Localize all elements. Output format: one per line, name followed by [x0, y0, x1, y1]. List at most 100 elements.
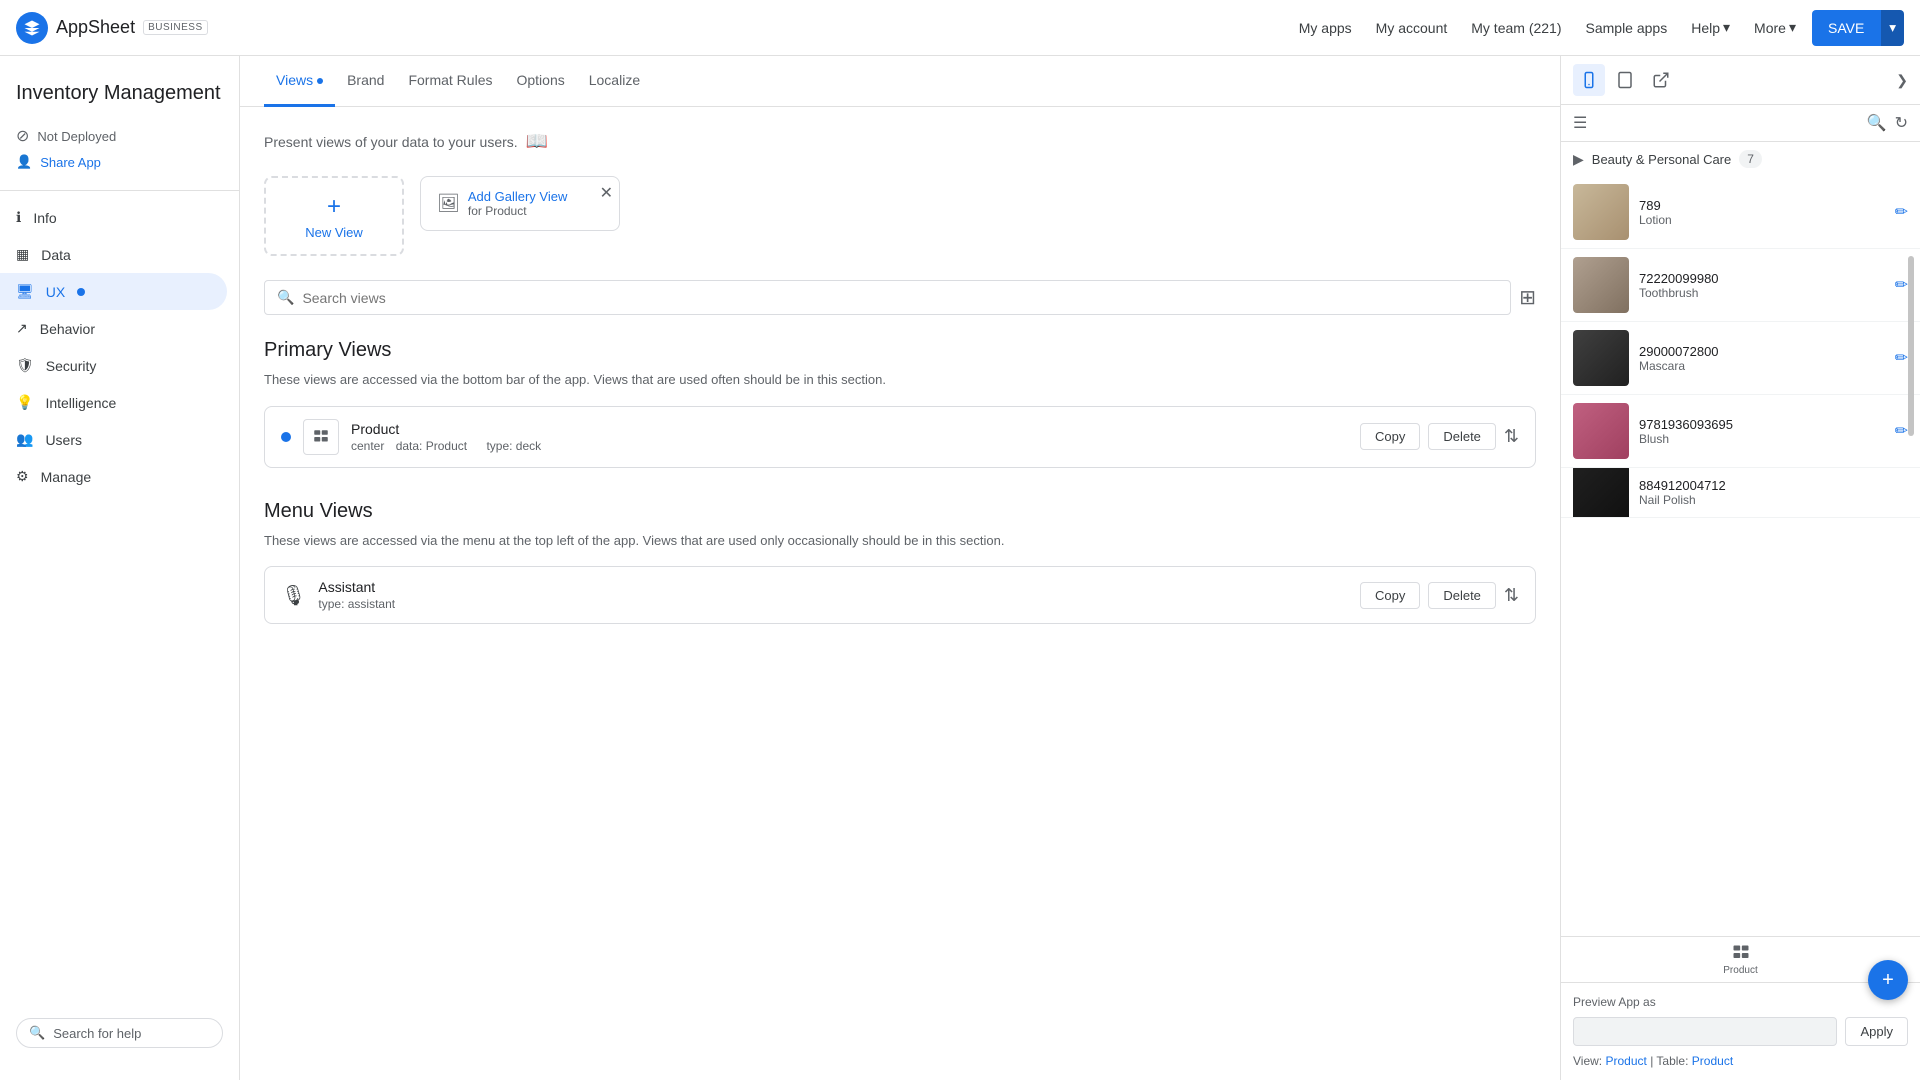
sidebar-item-intelligence[interactable]: 💡 Intelligence: [0, 384, 227, 421]
add-gallery-close-icon[interactable]: ✕: [600, 183, 613, 203]
sidebar-item-behavior[interactable]: ↗ Behavior: [0, 310, 227, 347]
preview-product-tab[interactable]: Product: [1723, 943, 1757, 976]
list-item[interactable]: 72220099980 Toothbrush ✏: [1561, 249, 1920, 322]
edit-item-icon[interactable]: ✏: [1895, 275, 1908, 295]
nav-my-account[interactable]: My account: [1376, 20, 1448, 36]
add-gallery-card[interactable]: ✕ 🖼 Add Gallery View for Product: [420, 176, 620, 231]
sidebar-item-security[interactable]: 🛡 Security: [0, 347, 227, 384]
logo-icon: [16, 12, 48, 44]
tab-brand[interactable]: Brand: [335, 56, 396, 107]
external-preview-button[interactable]: [1645, 64, 1677, 96]
copy-view-button[interactable]: Copy: [1360, 423, 1420, 450]
collapse-panel-button[interactable]: ❯: [1896, 72, 1908, 89]
view-item-actions: Copy Delete ⇅: [1360, 423, 1519, 450]
view-type-icon: [303, 419, 339, 455]
not-deployed-status[interactable]: ⊘ Not Deployed: [0, 122, 239, 150]
search-views-input[interactable]: [302, 290, 1498, 306]
view-meta: center data: Product type: deck: [351, 439, 1348, 453]
preview-section-header: ▶ Beauty & Personal Care 7: [1561, 142, 1920, 176]
search-icon: 🔍: [29, 1025, 45, 1041]
item-name: Toothbrush: [1639, 286, 1885, 300]
search-help-button[interactable]: 🔍 Search for help: [16, 1018, 223, 1048]
item-id: 72220099980: [1639, 271, 1885, 286]
item-info: 72220099980 Toothbrush: [1639, 271, 1885, 300]
item-name: Lotion: [1639, 213, 1885, 227]
sidebar-item-data[interactable]: ▦ Data: [0, 236, 227, 273]
preview-view-value[interactable]: Product: [1605, 1054, 1646, 1068]
preview-app-as-label: Preview App as: [1573, 995, 1908, 1009]
gallery-icon: 🖼: [437, 193, 460, 214]
chevron-down-icon: ▾: [1889, 20, 1896, 35]
edit-item-icon[interactable]: ✏: [1895, 202, 1908, 222]
search-icon: 🔍: [277, 289, 294, 306]
sort-handle-icon[interactable]: ⇅: [1504, 426, 1519, 447]
sidebar-item-ux[interactable]: 🖥 UX: [0, 273, 227, 310]
delete-view-button[interactable]: Delete: [1428, 423, 1496, 450]
preview-refresh-icon[interactable]: ↻: [1895, 113, 1908, 133]
item-id: 9781936093695: [1639, 417, 1885, 432]
item-info: 884912004712 Nail Polish: [1639, 478, 1908, 507]
tab-localize[interactable]: Localize: [577, 56, 652, 107]
item-name: Nail Polish: [1639, 493, 1908, 507]
content-body: Present views of your data to your users…: [240, 107, 1560, 656]
edit-item-icon[interactable]: ✏: [1895, 421, 1908, 441]
view-name-assistant: Assistant: [318, 579, 1348, 595]
nav-more[interactable]: More ▾: [1754, 19, 1796, 36]
menu-view-actions: Copy Delete ⇅: [1360, 582, 1519, 609]
sort-handle-icon-2[interactable]: ⇅: [1504, 585, 1519, 606]
list-item[interactable]: 29000072800 Mascara ✏: [1561, 322, 1920, 395]
users-icon: 👥: [16, 431, 33, 448]
preview-search-icon[interactable]: 🔍: [1867, 113, 1887, 133]
mobile-preview-button[interactable]: [1573, 64, 1605, 96]
save-btn-group: SAVE ▾: [1812, 10, 1904, 46]
new-view-card[interactable]: + New View: [264, 176, 404, 256]
delete-menu-view-button[interactable]: Delete: [1428, 582, 1496, 609]
manage-icon: ⚙: [16, 468, 29, 485]
preview-app-as-input[interactable]: [1573, 1017, 1837, 1046]
sidebar-item-info[interactable]: ℹ Info: [0, 199, 227, 236]
sidebar-item-users[interactable]: 👥 Users: [0, 421, 227, 458]
tab-options[interactable]: Options: [504, 56, 576, 107]
assistant-icon: 🎙: [281, 583, 306, 608]
sidebar-item-manage[interactable]: ⚙ Manage: [0, 458, 227, 495]
copy-menu-view-button[interactable]: Copy: [1360, 582, 1420, 609]
apply-button[interactable]: Apply: [1845, 1017, 1908, 1046]
expand-section-icon[interactable]: ▶: [1573, 151, 1584, 168]
tab-views[interactable]: Views: [264, 56, 335, 107]
intelligence-icon: 💡: [16, 394, 33, 411]
edit-item-icon[interactable]: ✏: [1895, 348, 1908, 368]
save-button[interactable]: SAVE: [1812, 10, 1880, 46]
nav-my-team[interactable]: My team (221): [1471, 20, 1561, 36]
ux-icon: 🖥: [16, 283, 34, 300]
chevron-down-icon: ▾: [1723, 19, 1730, 36]
topnav: AppSheet BUSINESS My apps My account My …: [0, 0, 1920, 56]
preview-table-value[interactable]: Product: [1692, 1054, 1733, 1068]
view-type: type: deck: [486, 439, 549, 453]
list-item[interactable]: 789 Lotion ✏: [1561, 176, 1920, 249]
sidebar: Inventory Management ⊘ Not Deployed 👤 Sh…: [0, 56, 240, 1080]
list-item[interactable]: 9781936093695 Blush ✏: [1561, 395, 1920, 468]
ux-active-dot: [77, 288, 85, 296]
nav-my-apps[interactable]: My apps: [1299, 20, 1352, 36]
grid-view-icon[interactable]: ⊞: [1519, 285, 1536, 310]
tab-format-rules[interactable]: Format Rules: [396, 56, 504, 107]
security-icon: 🛡: [16, 357, 34, 374]
item-info: 29000072800 Mascara: [1639, 344, 1885, 373]
save-dropdown-button[interactable]: ▾: [1880, 10, 1904, 46]
views-search-row: 🔍 ⊞: [264, 280, 1536, 315]
book-icon: 📖: [526, 131, 548, 152]
share-app-button[interactable]: 👤 Share App: [0, 150, 239, 182]
app-logo[interactable]: AppSheet BUSINESS: [16, 12, 208, 44]
nav-sample-apps[interactable]: Sample apps: [1586, 20, 1668, 36]
item-info: 789 Lotion: [1639, 198, 1885, 227]
hamburger-icon[interactable]: ☰: [1573, 113, 1587, 133]
preview-panel: ❯ ☰ 🔍 ↻ ▶ Beauty & Personal Care 7: [1560, 56, 1920, 1080]
tabs-bar: Views Brand Format Rules Options Localiz…: [240, 56, 1560, 107]
behavior-icon: ↗: [16, 320, 28, 337]
views-add-row: + New View ✕ 🖼 Add Gallery View for Prod…: [264, 176, 1536, 256]
list-item[interactable]: 884912004712 Nail Polish: [1561, 468, 1920, 518]
tablet-preview-button[interactable]: [1609, 64, 1641, 96]
view-meta-assistant: type: assistant: [318, 597, 1348, 611]
topnav-links: My apps My account My team (221) Sample …: [1299, 19, 1796, 36]
nav-help[interactable]: Help ▾: [1691, 19, 1730, 36]
